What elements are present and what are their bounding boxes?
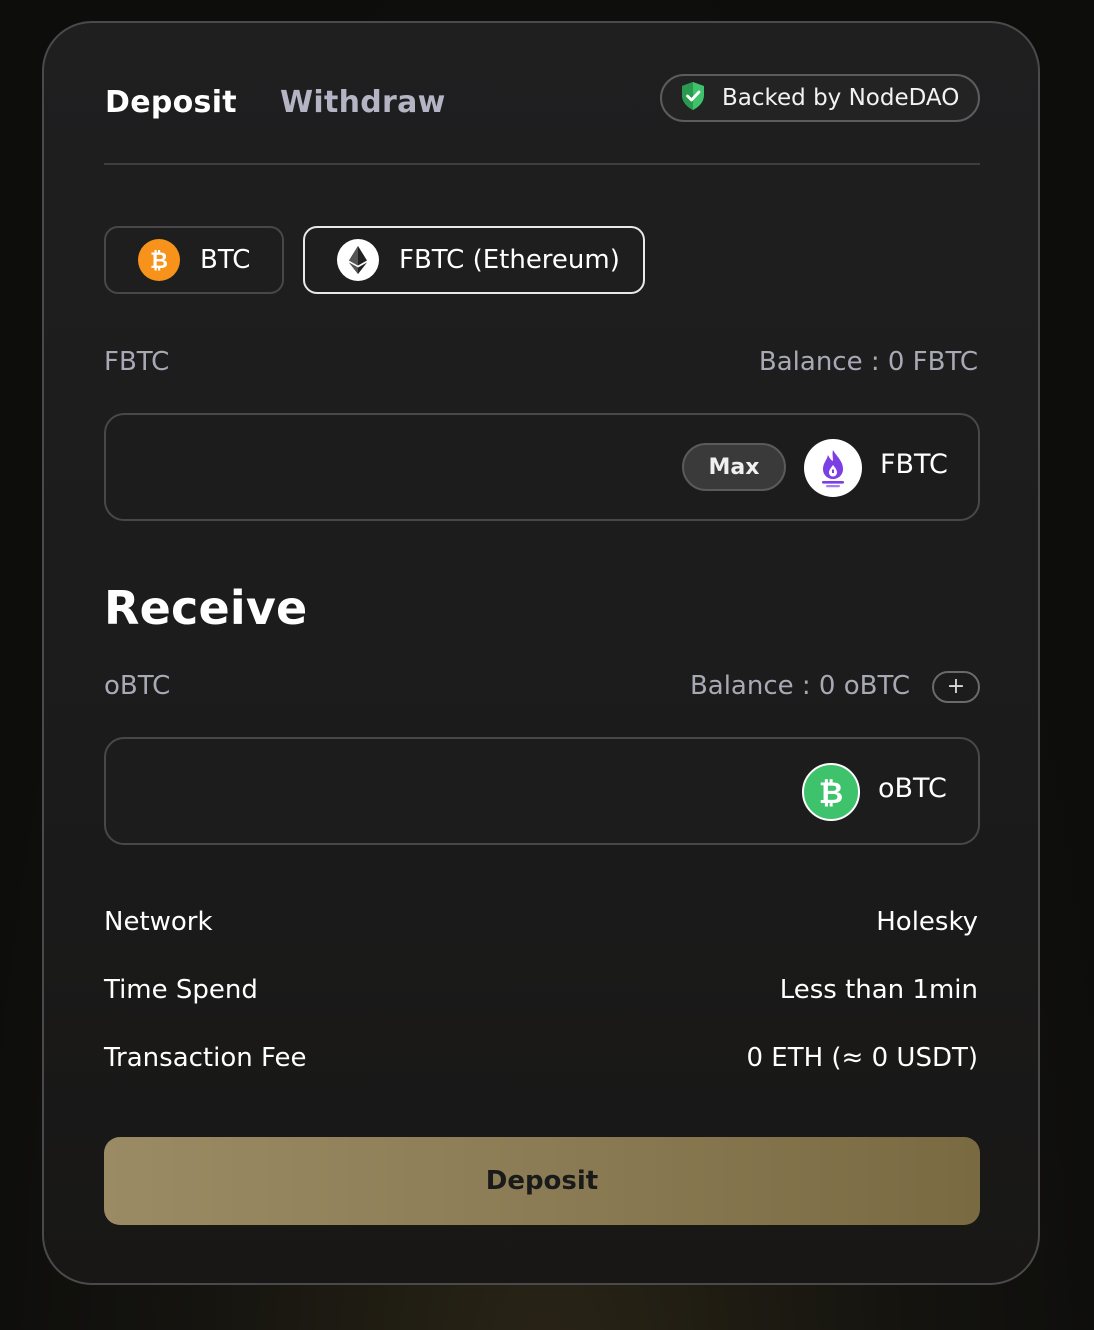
asset-option-label: BTC: [200, 245, 251, 275]
transaction-fee-value: 0 ETH (≈ 0 USDT): [746, 1043, 978, 1073]
fbtc-flame-icon: [804, 439, 862, 497]
time-spend-value: Less than 1min: [779, 975, 978, 1005]
divider: [104, 163, 980, 165]
to-balance: Balance : 0 oBTC: [689, 671, 910, 701]
asset-option-fbtc-ethereum[interactable]: FBTC (Ethereum): [303, 226, 645, 294]
shield-check-icon: [680, 81, 706, 115]
deposit-card: Deposit Withdraw Backed by NodeDAO ₿ BTC: [42, 21, 1040, 1285]
to-token-label: oBTC: [104, 671, 171, 701]
network-label: Network: [104, 907, 213, 937]
max-button[interactable]: Max: [682, 443, 786, 491]
plus-icon: +: [946, 674, 966, 699]
backed-by-label: Backed by NodeDAO: [722, 85, 960, 111]
time-spend-label: Time Spend: [104, 975, 258, 1005]
to-token-name: oBTC: [878, 773, 947, 804]
from-token-name: FBTC: [880, 449, 948, 480]
from-balance: Balance : 0 FBTC: [758, 347, 978, 377]
deposit-button[interactable]: Deposit: [104, 1137, 980, 1225]
ethereum-icon: [337, 239, 379, 281]
bitcoin-icon: ₿: [138, 239, 180, 281]
from-token-label: FBTC: [104, 347, 170, 377]
tab-withdraw[interactable]: Withdraw: [280, 85, 446, 120]
add-token-button[interactable]: +: [932, 671, 980, 703]
network-value: Holesky: [876, 907, 978, 937]
obtc-icon: ₿: [802, 763, 860, 821]
to-amount-field: ₿ oBTC: [104, 737, 980, 845]
from-amount-field[interactable]: Max FBTC: [104, 413, 980, 521]
svg-text:₿: ₿: [819, 776, 843, 809]
transaction-fee-label: Transaction Fee: [104, 1043, 307, 1073]
svg-text:₿: ₿: [150, 249, 168, 273]
backed-by-badge: Backed by NodeDAO: [660, 74, 980, 122]
receive-heading: Receive: [104, 581, 308, 635]
tab-deposit[interactable]: Deposit: [105, 85, 237, 120]
asset-option-label: FBTC (Ethereum): [399, 245, 620, 275]
asset-option-btc[interactable]: ₿ BTC: [104, 226, 284, 294]
